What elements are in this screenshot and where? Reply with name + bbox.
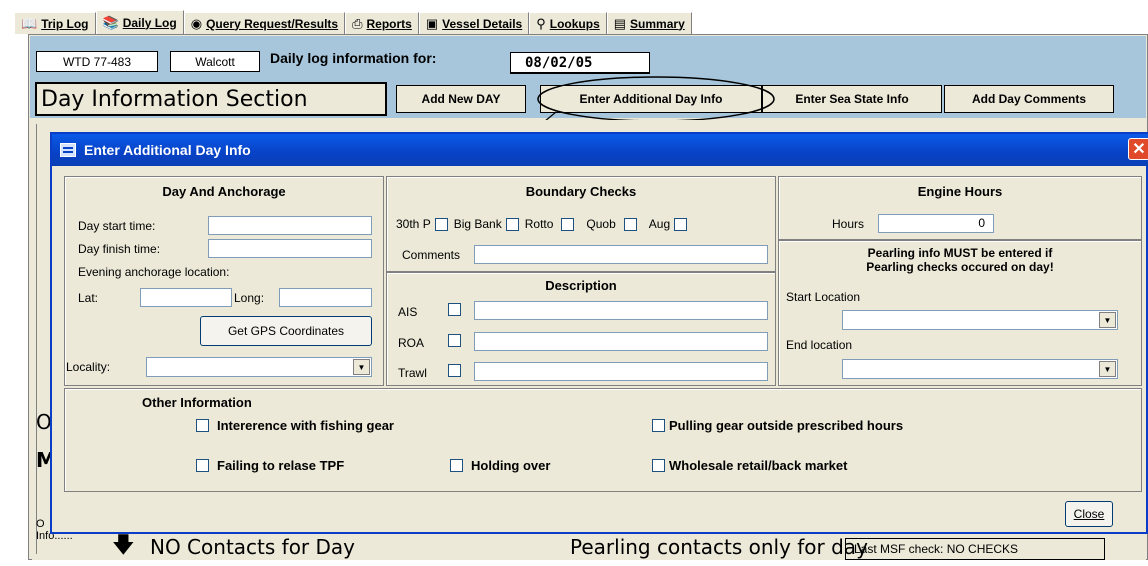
hours-label: Hours — [832, 217, 865, 231]
failing-tpf-row: Failing to relase TPF — [196, 458, 344, 473]
boundary-quob-label: Quob — [586, 217, 616, 231]
pearling-notice-line: Pearling info MUST be entered if — [867, 246, 1053, 260]
day-start-time-input[interactable] — [208, 216, 372, 235]
start-location-select[interactable]: ▼ — [842, 310, 1118, 330]
boundary-quob-checkbox[interactable] — [623, 217, 637, 231]
boundary-rotto-label: Rotto — [524, 217, 554, 231]
long-label: Long: — [234, 291, 265, 305]
form-icon — [60, 143, 76, 157]
day-anchorage-title: Day And Anchorage — [162, 184, 286, 199]
locality-label: Locality: — [66, 360, 111, 374]
anchorage-location-label: Evening anchorage location: — [78, 265, 230, 279]
trawl-label: Trawl — [398, 366, 427, 380]
lat-label: Lat: — [78, 291, 99, 305]
ais-label: AIS — [398, 305, 418, 319]
wholesale-row: Wholesale retail/back market — [652, 458, 847, 473]
pulling-gear-label: Pulling gear outside prescribed hours — [669, 418, 904, 433]
interference-row: Intererence with fishing gear — [196, 418, 394, 433]
button-label: Get GPS Coordinates — [227, 324, 345, 338]
roa-input[interactable] — [474, 332, 768, 351]
roa-checkbox[interactable] — [448, 334, 461, 347]
description-title: Description — [545, 278, 617, 293]
boundary-big-bank-label: Big Bank — [453, 217, 502, 231]
day-finish-time-label: Day finish time: — [78, 242, 161, 256]
holding-over-label: Holding over — [471, 458, 551, 473]
get-gps-coordinates-button[interactable]: Get GPS Coordinates — [200, 316, 372, 346]
button-label: Close — [1073, 507, 1105, 521]
wholesale-checkbox[interactable] — [652, 459, 665, 472]
long-input[interactable] — [279, 288, 372, 307]
trawl-checkbox[interactable] — [448, 364, 461, 377]
ais-input[interactable] — [474, 301, 768, 320]
start-location-label: Start Location — [786, 290, 861, 304]
no-contacts-label: NO Contacts for Day — [150, 535, 355, 559]
pulling-gear-checkbox[interactable] — [652, 419, 665, 432]
comments-input[interactable] — [474, 245, 768, 264]
boundary-rotto-checkbox[interactable] — [561, 217, 575, 231]
pearling-notice-line: Pearling checks occured on day! — [866, 260, 1054, 274]
boundary-big-bank-checkbox[interactable] — [505, 217, 519, 231]
pearling-notice: Pearling info MUST be entered if Pearlin… — [778, 246, 1142, 274]
boundary-aug-label: Aug — [648, 217, 671, 231]
pulling-gear-row: Pulling gear outside prescribed hours — [652, 418, 903, 433]
trawl-input[interactable] — [474, 362, 768, 381]
panel-border — [36, 124, 46, 554]
engine-hours-title: Engine Hours — [917, 184, 1003, 199]
dialog-titlebar[interactable]: Enter Additional Day Info — [52, 134, 1148, 166]
last-msf-check: Last MSF check: NO CHECKS — [845, 538, 1105, 560]
interference-label: Intererence with fishing gear — [217, 418, 394, 433]
pearling-contacts-label: Pearling contacts only for day — [570, 535, 868, 559]
dialog-title: Enter Additional Day Info — [84, 142, 251, 158]
boundary-checks-row: 30th P Big Bank Rotto Quob Aug — [396, 217, 688, 231]
boundary-30th-p-checkbox[interactable] — [434, 217, 448, 231]
day-start-time-label: Day start time: — [78, 219, 156, 233]
wholesale-label: Wholesale retail/back market — [669, 458, 848, 473]
boundary-30th-p-label: 30th P — [396, 217, 431, 231]
boundary-checks-title: Boundary Checks — [525, 184, 637, 199]
chevron-down-icon[interactable]: ▼ — [1099, 361, 1116, 377]
holding-over-checkbox[interactable] — [450, 459, 463, 472]
hours-input[interactable]: 0 — [878, 214, 994, 233]
close-icon[interactable]: ✕ — [1128, 138, 1148, 160]
day-anchorage-group — [64, 176, 384, 386]
interference-checkbox[interactable] — [196, 419, 209, 432]
chevron-down-icon[interactable]: ▼ — [1099, 312, 1116, 328]
locality-select[interactable]: ▼ — [146, 357, 372, 377]
comments-label: Comments — [402, 248, 461, 262]
annotation-ellipse — [537, 76, 775, 122]
holding-over-row: Holding over — [450, 458, 550, 473]
failing-tpf-checkbox[interactable] — [196, 459, 209, 472]
day-finish-time-input[interactable] — [208, 239, 372, 258]
end-location-label: End location — [786, 338, 853, 352]
ais-checkbox[interactable] — [448, 303, 461, 316]
roa-label: ROA — [398, 336, 425, 350]
end-location-select[interactable]: ▼ — [842, 359, 1118, 379]
other-information-title: Other Information — [142, 395, 252, 410]
lat-input[interactable] — [140, 288, 232, 307]
failing-tpf-label: Failing to relase TPF — [217, 458, 345, 473]
chevron-down-icon[interactable]: ▼ — [353, 359, 370, 375]
close-button[interactable]: Close — [1065, 501, 1113, 527]
boundary-aug-checkbox[interactable] — [674, 217, 688, 231]
